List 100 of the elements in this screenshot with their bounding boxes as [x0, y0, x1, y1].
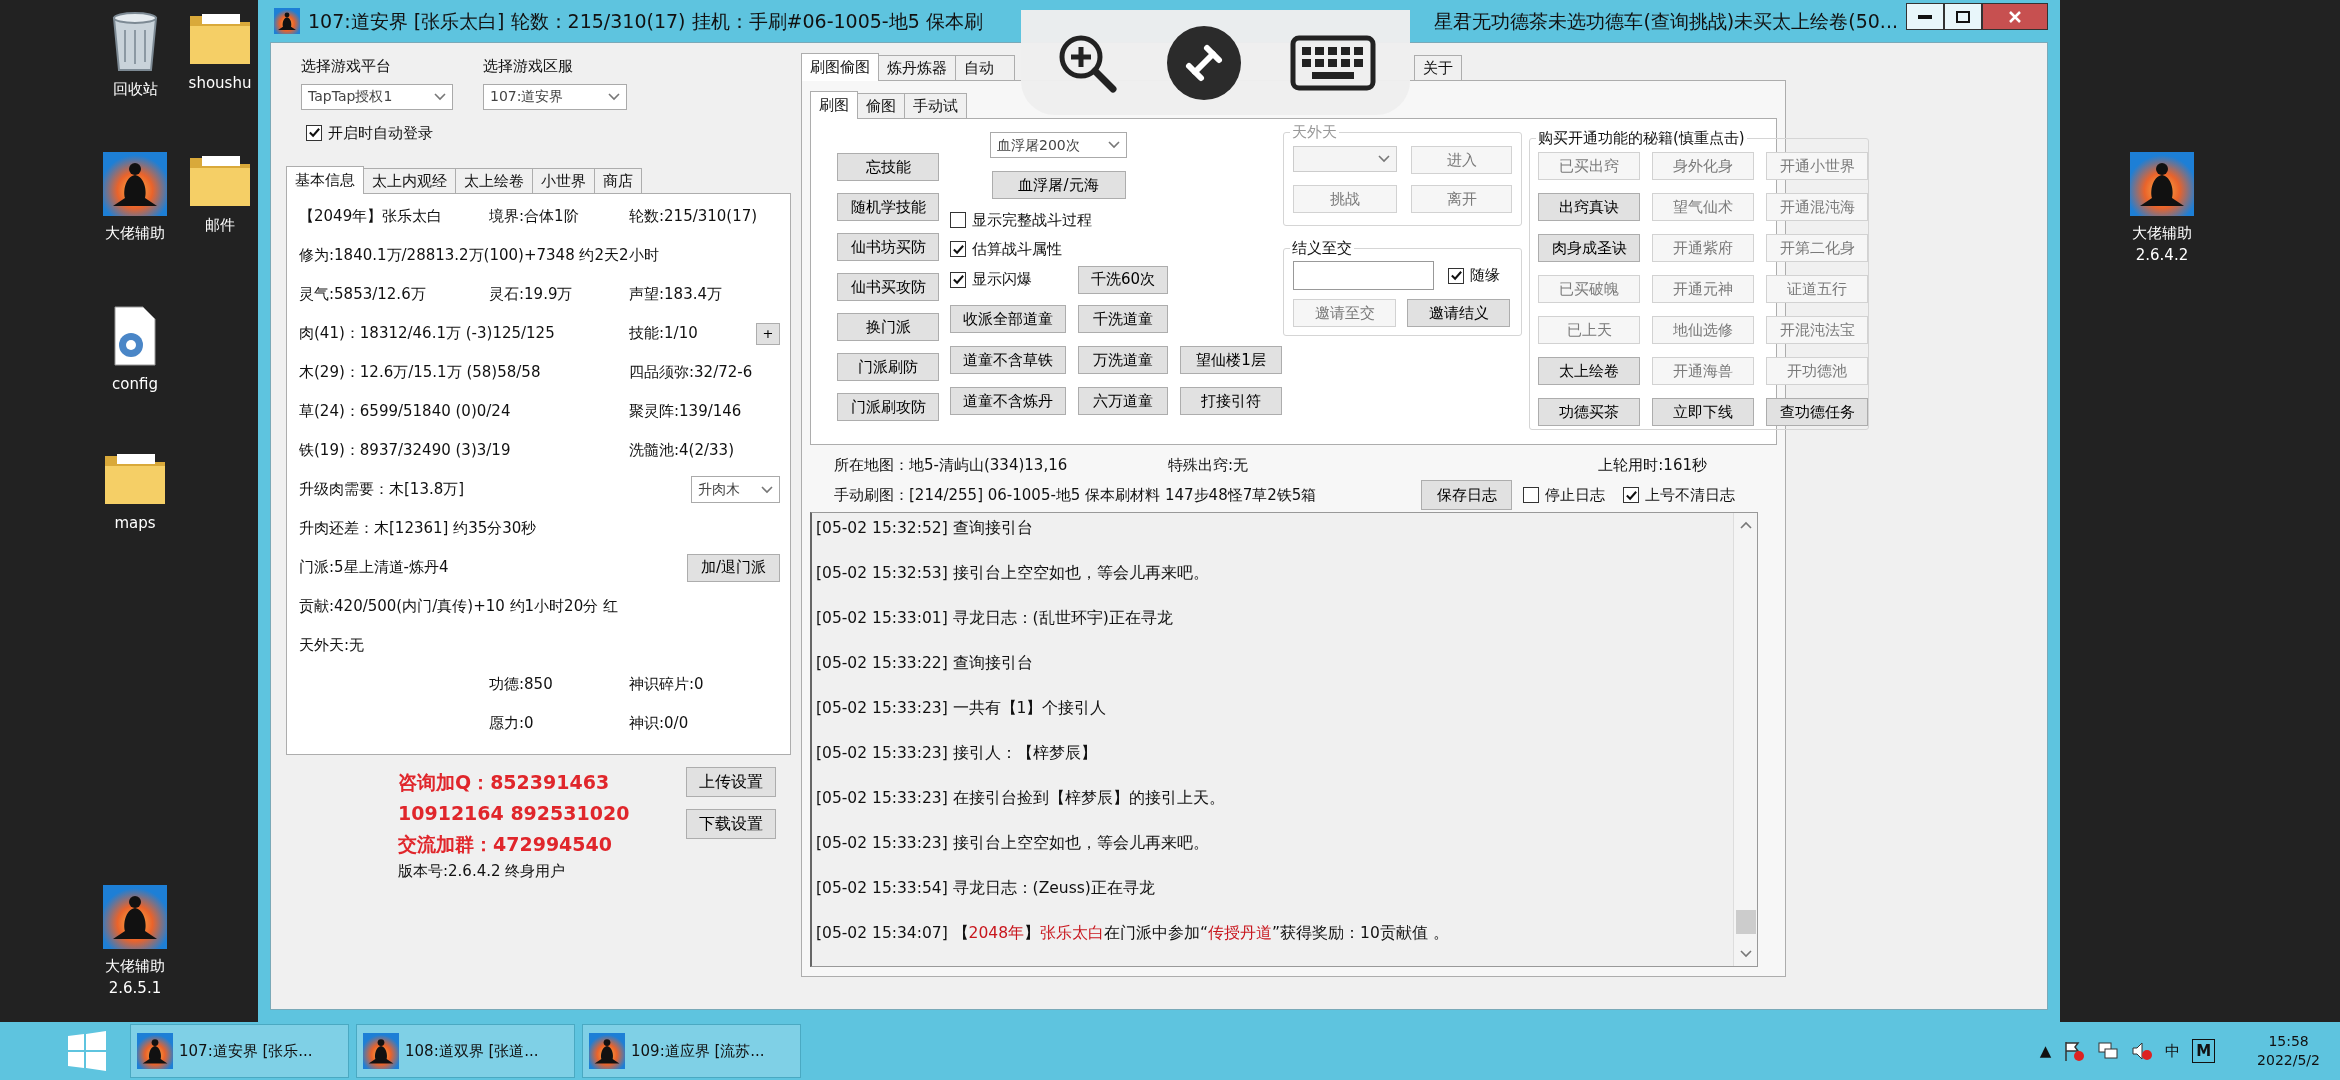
action-button[interactable]: 千洗60次 [1078, 265, 1168, 294]
action-button[interactable]: 道童不含草铁 [950, 346, 1066, 374]
action-button[interactable]: 门派刷攻防 [837, 393, 939, 421]
checkbox[interactable] [1523, 487, 1539, 503]
action-button[interactable]: 打接引符 [1180, 387, 1282, 415]
maximize-button[interactable] [1944, 3, 1982, 30]
tab[interactable]: 刷图 [810, 91, 858, 119]
flag-error-icon[interactable] [2063, 1040, 2086, 1062]
checkbox-label[interactable]: 随缘 [1470, 264, 1500, 287]
checkbox-label[interactable]: 显示完整战斗过程 [972, 208, 1092, 232]
action-button[interactable]: 太上绘卷 [1538, 357, 1640, 385]
dropdown[interactable]: 血浮屠200次 [990, 132, 1127, 158]
checkbox-label[interactable]: 上号不清日志 [1645, 483, 1735, 507]
clock-date[interactable]: 2022/5/2 [2257, 1051, 2320, 1070]
maximize-icon [1956, 10, 1970, 23]
tab[interactable]: 刷图偷图 [801, 53, 879, 81]
action-button[interactable]: 望仙楼1层 [1180, 346, 1282, 374]
taskbar-item[interactable]: 108:道双界 [张道... [356, 1024, 575, 1078]
ime-indicator[interactable]: 中 [2165, 1039, 2181, 1063]
action-button[interactable]: 六万道童 [1078, 387, 1168, 415]
window-title: 107:道安界 [张乐太白] 轮数：215/310(17) 挂机：手刷#06-1005-地5 保本刷 [308, 8, 983, 34]
checkbox[interactable] [950, 271, 966, 288]
keyboard-icon[interactable] [1289, 34, 1376, 91]
checkbox-label[interactable]: 停止日志 [1545, 483, 1605, 507]
checkbox-label[interactable]: 显示闪爆 [972, 268, 1032, 291]
action-button[interactable]: 忘技能 [837, 153, 939, 181]
info-text: 四品须弥:32/72-6 [629, 362, 754, 384]
action-button[interactable]: 功德买茶 [1538, 398, 1640, 426]
dropdown[interactable]: 107:道安界 [483, 83, 627, 110]
dropdown[interactable]: 升肉木 [691, 476, 780, 503]
network-icon[interactable] [2097, 1040, 2120, 1062]
icon-label: 回收站 [112, 79, 158, 100]
action-button[interactable]: 邀请结义 [1407, 299, 1510, 327]
action-button[interactable]: 仙书买攻防 [837, 273, 939, 301]
info-text: 技能:1/10 [629, 323, 699, 345]
taskbar-item[interactable]: 109:道应界 [流苏... [582, 1024, 801, 1078]
chevron-down-icon [761, 485, 773, 494]
checkbox[interactable] [1623, 487, 1639, 503]
action-button[interactable]: 查功德任务 [1766, 398, 1868, 426]
checkbox-label[interactable]: 开启时自动登录 [328, 121, 433, 144]
window-title: 星君无功德茶未选功德车(查询挑战)未买太上绘卷(50... [1434, 8, 1898, 34]
checkbox[interactable] [950, 212, 966, 228]
tab[interactable]: 关于 [1414, 55, 1462, 80]
recycle-bin-icon[interactable] [110, 10, 160, 72]
action-button[interactable]: 随机学技能 [837, 193, 939, 221]
speaker-muted-icon[interactable] [2131, 1040, 2154, 1062]
log-line: [05-02 15:33:23] 接引台上空空如也，等会儿再来吧。 [816, 833, 1210, 854]
close-button[interactable] [1982, 3, 2048, 30]
chevron-down-icon[interactable] [1739, 950, 1752, 958]
status-text: 所在地图：地5-清屿山(334)13,16 [834, 454, 1069, 476]
action-button[interactable]: 立即下线 [1652, 398, 1754, 426]
minimize-button[interactable] [1906, 3, 1944, 30]
action-button[interactable]: 上传设置 [686, 767, 776, 797]
action-button[interactable]: 血浮屠/元海 [991, 171, 1126, 199]
tab[interactable]: 偷图 [857, 93, 905, 118]
text-input[interactable] [1293, 261, 1434, 290]
action-button[interactable]: 出窍真诀 [1538, 193, 1640, 221]
start-button[interactable] [66, 1030, 108, 1072]
info-text: 愿力:0 [489, 713, 535, 735]
checkbox[interactable] [1448, 267, 1464, 284]
meditating-figure-icon[interactable] [103, 885, 167, 949]
tray-arrow[interactable]: ▲ [2039, 1039, 2052, 1063]
action-button[interactable]: 千洗道童 [1078, 305, 1168, 333]
taskbar-item[interactable]: 107:道安界 [张乐... [130, 1024, 349, 1078]
field-label: 选择游戏平台 [301, 56, 392, 77]
action-button[interactable]: 下载设置 [686, 809, 776, 839]
info-text: 升级肉需要：木[13.8万] [299, 479, 466, 501]
action-button[interactable]: 加/退门派 [687, 553, 780, 582]
tab[interactable]: 基本信息 [286, 166, 364, 194]
ime-mode[interactable]: M [2192, 1038, 2216, 1064]
chevron-up-icon[interactable] [1739, 521, 1752, 529]
action-button[interactable]: 道童不含炼丹 [950, 387, 1066, 415]
meditating-figure-icon[interactable] [103, 152, 167, 216]
tab[interactable]: 自动 [955, 55, 1015, 80]
action-button[interactable]: + [756, 322, 780, 345]
dropdown[interactable]: TapTap授权1 [301, 83, 453, 110]
action-button[interactable]: 肉身成圣诀 [1538, 234, 1640, 262]
scrollbar[interactable] [1733, 513, 1757, 966]
clock-time[interactable]: 15:58 [2257, 1032, 2320, 1051]
checkbox[interactable] [306, 124, 322, 141]
icon-label: maps [114, 513, 156, 534]
info-text: 境界:合体1阶 [489, 206, 580, 228]
info-text: 天外天:无 [299, 635, 366, 657]
meditating-figure-icon [137, 1033, 173, 1069]
tab[interactable]: 手动试 [904, 93, 967, 118]
action-button[interactable]: 万洗道童 [1078, 346, 1168, 374]
action-button[interactable]: 门派刷防 [837, 353, 939, 381]
action-button[interactable]: 换门派 [837, 313, 939, 341]
scrollbar-thumb[interactable] [1735, 910, 1756, 934]
checkbox-label[interactable]: 估算战斗属性 [972, 237, 1062, 261]
action-button[interactable]: 保存日志 [1421, 480, 1512, 510]
action-button[interactable]: 仙书坊买防 [837, 233, 939, 261]
meditating-figure-icon[interactable] [2130, 152, 2194, 216]
checkbox[interactable] [950, 241, 966, 257]
action-button[interactable]: 收派全部道童 [950, 305, 1066, 333]
log-line: [05-02 15:33:01] 寻龙日志：(乱世环宇)正在寻龙 [816, 608, 1174, 629]
info-text: 修为:1840.1万/28813.2万(100)+7348 约2天2小时 [299, 245, 660, 267]
icon-label: 大佬辅助 [2132, 223, 2192, 244]
tab[interactable]: 商店 [594, 168, 642, 193]
info-text: 灵气:5853/12.6万 [299, 284, 427, 306]
